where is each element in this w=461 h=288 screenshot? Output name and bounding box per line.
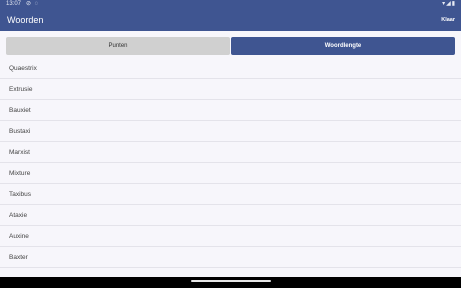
list-item[interactable]: Extrusie bbox=[0, 79, 461, 100]
word-list: Quaestrix Extrusie Bauxiet Bustaxi Marxi… bbox=[0, 58, 461, 268]
list-item[interactable]: Quaestrix bbox=[0, 58, 461, 79]
list-item[interactable]: Bauxiet bbox=[0, 100, 461, 121]
app-bar: Woorden Klaar bbox=[0, 9, 461, 31]
list-item[interactable]: Mixture bbox=[0, 163, 461, 184]
close-button[interactable]: Klaar bbox=[441, 9, 455, 31]
list-item[interactable]: Marxist bbox=[0, 142, 461, 163]
tab-woordlengte[interactable]: Woordlengte bbox=[231, 37, 455, 55]
list-item[interactable]: Baxter bbox=[0, 247, 461, 268]
status-time: 13:07 bbox=[6, 1, 22, 7]
system-status-icons: ▾◢▮ bbox=[442, 1, 456, 7]
list-item[interactable]: Bustaxi bbox=[0, 121, 461, 142]
list-item[interactable]: Taxibus bbox=[0, 184, 461, 205]
screen: 13:07 ⊘ ◌ ▾◢▮ Woorden Klaar Punten Woord… bbox=[0, 0, 461, 288]
page-title: Woorden bbox=[7, 15, 44, 25]
segmented-control: Punten Woordlengte bbox=[6, 37, 455, 55]
tab-punten[interactable]: Punten bbox=[6, 37, 230, 55]
list-item[interactable]: Ataxie bbox=[0, 205, 461, 226]
list-item[interactable]: Auxine bbox=[0, 226, 461, 247]
status-bar: 13:07 ⊘ ◌ ▾◢▮ bbox=[0, 0, 461, 9]
notification-icons: ⊘ ◌ bbox=[26, 1, 40, 7]
gesture-handle-icon[interactable] bbox=[191, 280, 271, 282]
navigation-bar bbox=[0, 277, 461, 288]
